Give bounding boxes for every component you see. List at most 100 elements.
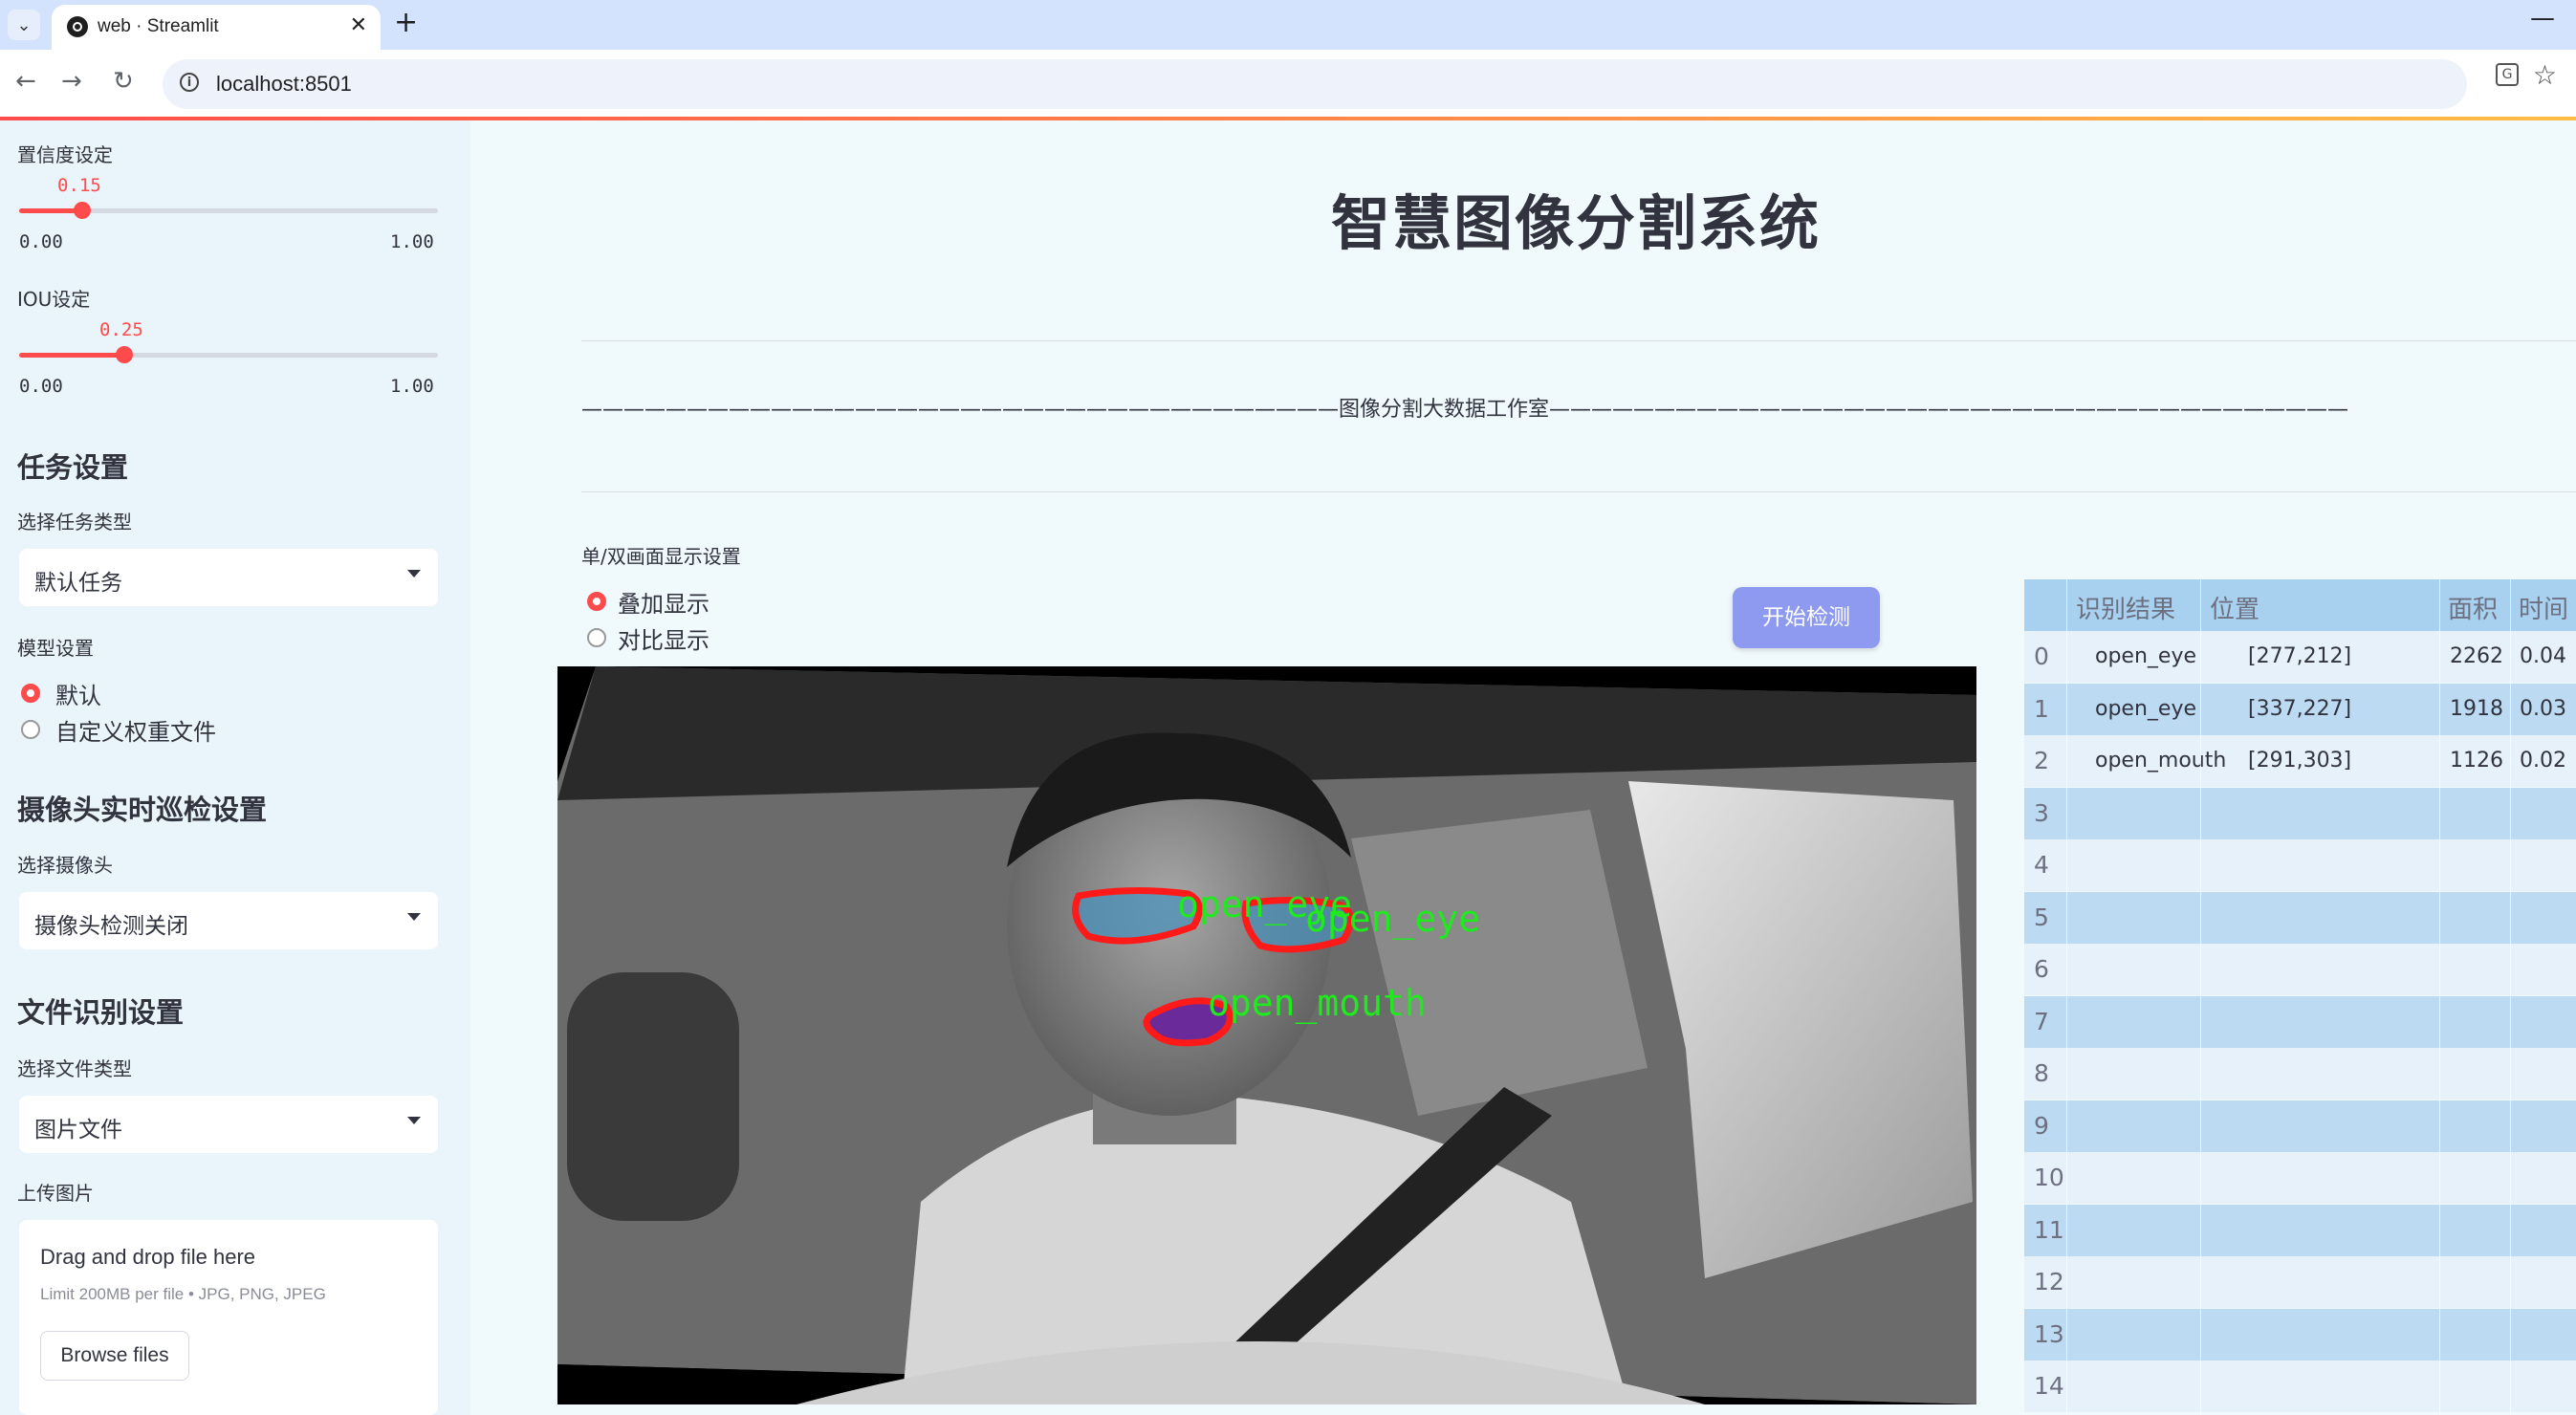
column-divider [2200,579,2201,1415]
chevron-down-icon [407,570,421,577]
table-row[interactable]: 4 [2024,839,2576,891]
upload-image-label: 上传图片 [17,1182,94,1205]
row-index: 6 [2034,955,2049,983]
column-header-time[interactable]: 时间 [2519,590,2568,625]
forward-arrow-icon[interactable]: → [61,67,82,96]
task-type-value: 默认任务 [34,571,122,596]
column-header-result[interactable]: 识别结果 [2076,590,2175,625]
address-bar[interactable]: i localhost:8501 [163,59,2467,109]
table-row[interactable]: 5 [2024,891,2576,944]
model-custom-radio[interactable] [21,720,40,739]
translate-icon[interactable]: G [2496,63,2519,86]
position-cell: [337,227] [2248,696,2352,721]
time-cell: 0.02 [2520,749,2566,773]
divider [581,491,2576,492]
camera-settings-heading: 摄像头实时巡检设置 [17,794,268,826]
file-settings-heading: 文件识别设置 [17,996,185,1029]
reload-icon[interactable]: ↻ [113,67,134,96]
model-default-label[interactable]: 默认 [55,677,101,710]
browser-tab-bar: ⌄ web · Streamlit ✕ + — [0,0,2576,50]
page-title: 智慧图像分割系统 [1331,188,1822,258]
file-type-select[interactable]: 图片文件 [19,1096,438,1153]
column-header-position[interactable]: 位置 [2210,590,2259,625]
camera-select-label: 选择摄像头 [17,854,113,877]
time-cell: 0.04 [2520,644,2566,668]
confidence-slider-fill [19,208,82,213]
confidence-min: 0.00 [19,231,63,252]
file-type-value: 图片文件 [34,1118,122,1143]
dropzone-title: Drag and drop file here [40,1245,256,1269]
display-mode-label: 单/双画面显示设置 [581,545,741,568]
compare-display-radio[interactable] [587,628,606,647]
iou-value: 0.25 [99,319,143,340]
area-cell: 1126 [2450,749,2503,773]
tab-close-icon[interactable]: ✕ [350,13,367,37]
streamlit-favicon-icon [67,16,88,37]
studio-banner: ————————————————————————————————————图像分割… [581,398,2349,422]
table-row[interactable]: 0 open_eye [277,212] 2262 0.04 [2024,631,2576,683]
detection-frame: open_eye open_eye open_mouth [557,666,1976,1404]
table-row[interactable]: 7 [2024,995,2576,1048]
row-index: 1 [2034,694,2049,723]
minimize-window-icon[interactable]: — [2530,4,2555,33]
result-cell: open_eye [2095,696,2196,721]
position-cell: [291,303] [2248,749,2352,773]
task-type-select[interactable]: 默认任务 [19,549,438,606]
confidence-slider[interactable] [19,202,438,219]
tab-title: web · Streamlit [98,16,219,36]
model-custom-label[interactable]: 自定义权重文件 [55,713,216,747]
table-row[interactable]: 1 open_eye [337,227] 1918 0.03 [2024,683,2576,735]
table-row[interactable]: 10 [2024,1152,2576,1204]
tab-search-chevron-icon[interactable]: ⌄ [8,10,40,40]
bookmark-star-icon[interactable]: ☆ [2533,59,2557,91]
browser-toolbar: ← → ↻ i localhost:8501 G ☆ [0,50,2576,119]
url-text[interactable]: localhost:8501 [216,72,352,97]
file-type-label: 选择文件类型 [17,1057,132,1080]
iou-label: IOU设定 [17,288,91,311]
table-row[interactable]: 11 [2024,1204,2576,1256]
result-cell: open_mouth [2095,749,2227,773]
table-row[interactable]: 13 [2024,1308,2576,1361]
table-row[interactable]: 9 [2024,1099,2576,1152]
iou-slider[interactable] [19,346,438,363]
table-row[interactable]: 8 [2024,1048,2576,1099]
row-index: 13 [2034,1319,2064,1348]
model-settings-label: 模型设置 [17,637,94,660]
confidence-label: 置信度设定 [17,143,113,166]
detection-label: open_eye [1305,898,1480,941]
camera-select-value: 摄像头检测关闭 [34,914,188,939]
start-detection-button[interactable]: 开始检测 [1733,587,1880,648]
row-index: 5 [2034,903,2049,931]
browse-files-button[interactable]: Browse files [40,1331,189,1381]
confidence-slider-thumb[interactable] [73,202,91,219]
row-index: 12 [2034,1268,2064,1295]
row-index: 2 [2034,747,2049,774]
overlay-display-label[interactable]: 叠加显示 [618,585,709,619]
back-arrow-icon[interactable]: ← [15,67,36,96]
table-row[interactable]: 2 open_mouth [291,303] 1126 0.02 [2024,735,2576,787]
overlay-display-radio[interactable] [587,592,606,611]
iou-slider-thumb[interactable] [115,346,133,363]
table-row[interactable]: 6 [2024,944,2576,995]
divider [581,340,2576,341]
new-tab-icon[interactable]: + [394,6,418,39]
column-divider [2439,579,2440,1415]
model-default-radio[interactable] [21,684,40,703]
file-dropzone[interactable]: Drag and drop file here Limit 200MB per … [19,1220,438,1415]
area-cell: 1918 [2450,696,2503,721]
row-index: 3 [2034,798,2049,827]
row-index: 14 [2034,1372,2064,1400]
column-divider [2510,579,2511,1415]
compare-display-label[interactable]: 对比显示 [618,621,709,655]
row-index: 10 [2034,1164,2064,1191]
row-index: 7 [2034,1007,2049,1035]
browser-tab[interactable]: web · Streamlit ✕ [52,5,381,50]
table-row[interactable]: 3 [2024,787,2576,839]
column-header-area[interactable]: 面积 [2448,590,2498,625]
camera-select[interactable]: 摄像头检测关闭 [19,892,438,949]
table-row[interactable]: 12 [2024,1256,2576,1308]
table-row[interactable]: 14 [2024,1361,2576,1412]
site-info-icon[interactable]: i [180,73,199,92]
iou-min: 0.00 [19,376,63,397]
results-table[interactable]: 识别结果 位置 面积 时间 0 open_eye [277,212] 2262 0.04… [2024,579,2576,1415]
